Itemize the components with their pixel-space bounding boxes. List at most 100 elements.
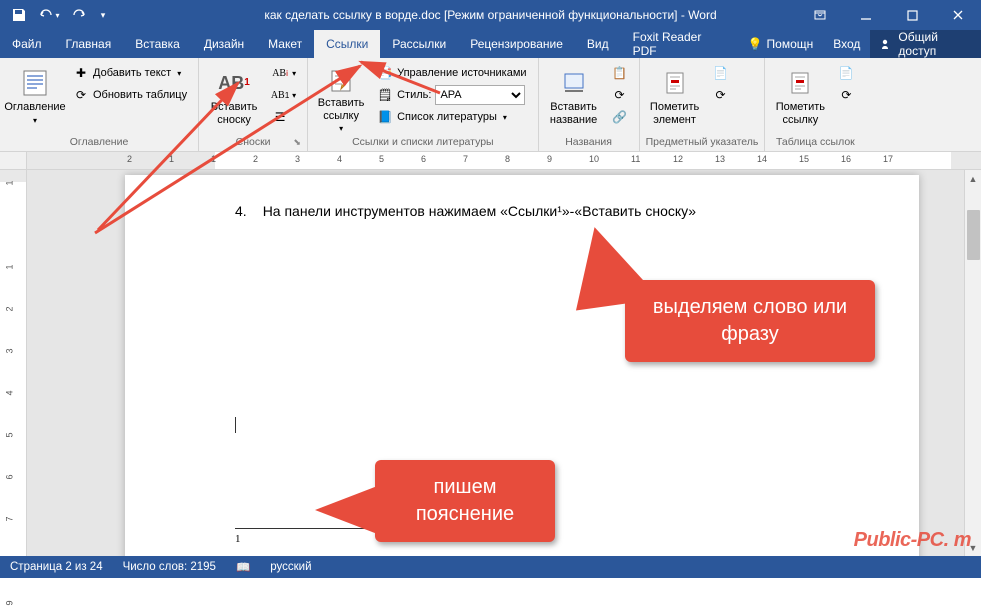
- show-notes-icon: ☰: [272, 109, 288, 125]
- tab-review[interactable]: Рецензирование: [458, 30, 575, 58]
- update-index-button[interactable]: ⟳: [708, 84, 734, 106]
- qat-customize-icon[interactable]: ▾: [96, 1, 110, 29]
- insert-caption-button[interactable]: Вставить название: [545, 62, 603, 132]
- close-icon[interactable]: [935, 0, 981, 30]
- title-bar: ▾ ▾ как сделать ссылку в ворде.doc [Режи…: [0, 0, 981, 30]
- quick-access-toolbar: ▾ ▾: [0, 1, 116, 29]
- style-select[interactable]: APA: [435, 85, 525, 105]
- tof-icon: 📋: [612, 65, 628, 81]
- next-footnote-icon: AB1: [272, 87, 288, 103]
- insert-index-icon: 📄: [713, 65, 729, 81]
- watermark: Public-PC. m: [854, 529, 971, 552]
- window-title: как сделать ссылку в ворде.doc [Режим ог…: [264, 8, 716, 22]
- redo-icon[interactable]: [66, 1, 92, 29]
- proofing-icon[interactable]: 📖: [236, 560, 250, 574]
- update-toa-icon: ⟳: [838, 87, 854, 103]
- group-captions: Вставить название 📋 ⟳ 🔗 Названия: [539, 58, 640, 151]
- undo-icon[interactable]: ▾: [36, 1, 62, 29]
- mark-entry-icon: [659, 67, 691, 99]
- manage-sources-icon: 📑: [377, 65, 393, 81]
- add-text-button[interactable]: ✚Добавить текст▾: [68, 62, 192, 84]
- add-text-icon: ✚: [73, 65, 89, 81]
- tab-file[interactable]: Файл: [0, 30, 54, 58]
- footnote-icon: AB1: [218, 67, 250, 99]
- style-icon: 🗒: [377, 87, 393, 103]
- insert-index-button[interactable]: 📄: [708, 62, 734, 84]
- tell-me-button[interactable]: 💡Помощн: [738, 30, 824, 58]
- share-icon: [880, 37, 894, 51]
- tab-references[interactable]: Ссылки: [314, 30, 380, 58]
- mark-citation-icon: [784, 67, 816, 99]
- manage-sources-button[interactable]: 📑Управление источниками: [372, 62, 531, 84]
- group-label-toc: Оглавление: [6, 134, 192, 151]
- update-table-button[interactable]: ⟳Обновить таблицу: [68, 84, 192, 106]
- vertical-scrollbar[interactable]: ▲ ▼: [964, 170, 981, 556]
- cross-ref-button[interactable]: 🔗: [607, 106, 633, 128]
- mark-citation-button[interactable]: Пометить ссылку: [771, 62, 829, 132]
- scroll-up-icon[interactable]: ▲: [965, 170, 981, 187]
- insert-endnote-button[interactable]: ABi▾: [267, 62, 301, 84]
- language-indicator[interactable]: русский: [270, 561, 311, 573]
- share-button[interactable]: Общий доступ: [870, 30, 981, 58]
- tab-foxit[interactable]: Foxit Reader PDF: [621, 30, 738, 58]
- lightbulb-icon: 💡: [748, 37, 763, 51]
- update-index-icon: ⟳: [713, 87, 729, 103]
- tab-mailings[interactable]: Рассылки: [380, 30, 458, 58]
- group-toa: Пометить ссылку 📄 ⟳ Таблица ссылок: [765, 58, 865, 151]
- group-label-index: Предметный указатель: [646, 134, 759, 151]
- vertical-ruler[interactable]: 1123456789: [0, 170, 27, 556]
- tab-insert[interactable]: Вставка: [123, 30, 192, 58]
- group-toc: Оглавление▾ ✚Добавить текст▾ ⟳Обновить т…: [0, 58, 199, 151]
- insert-footnote-button[interactable]: AB1 Вставить сноску: [205, 62, 263, 132]
- horizontal-ruler[interactable]: 211234567891011121314151617: [0, 152, 981, 170]
- ribbon-tabs: Файл Главная Вставка Дизайн Макет Ссылки…: [0, 30, 981, 58]
- bibliography-icon: 📘: [377, 109, 393, 125]
- refresh-icon: ⟳: [73, 87, 89, 103]
- update-toa-button[interactable]: ⟳: [833, 84, 859, 106]
- footnotes-launcher-icon[interactable]: ⬊: [291, 137, 303, 149]
- page-indicator[interactable]: Страница 2 из 24: [10, 561, 103, 573]
- update-tof-icon: ⟳: [612, 87, 628, 103]
- group-label-citations: Ссылки и списки литературы: [314, 134, 531, 151]
- list-number: 4.: [235, 203, 247, 219]
- group-label-footnotes: Сноски⬊: [205, 134, 301, 151]
- group-citations: Вставить ссылку▾ 📑Управление источниками…: [308, 58, 538, 151]
- endnote-icon: ABi: [272, 65, 288, 81]
- word-count[interactable]: Число слов: 2195: [123, 561, 216, 573]
- paragraph-text: На панели инструментов нажимаем «Ссылки¹…: [263, 203, 696, 219]
- group-footnotes: AB1 Вставить сноску ABi▾ AB1▾ ☰ Сноски⬊: [199, 58, 308, 151]
- insert-toa-icon: 📄: [838, 65, 854, 81]
- bibliography-button[interactable]: 📘Список литературы▾: [372, 106, 531, 128]
- group-label-toa: Таблица ссылок: [771, 134, 859, 151]
- citation-style-combo[interactable]: 🗒 Стиль: APA: [372, 84, 531, 106]
- cross-ref-icon: 🔗: [612, 109, 628, 125]
- tab-view[interactable]: Вид: [575, 30, 621, 58]
- insert-citation-button[interactable]: Вставить ссылку▾: [314, 62, 368, 132]
- ribbon-options-icon[interactable]: [797, 0, 843, 30]
- group-index: Пометить элемент 📄 ⟳ Предметный указател…: [640, 58, 766, 151]
- toc-button[interactable]: Оглавление▾: [6, 62, 64, 132]
- status-bar: Страница 2 из 24 Число слов: 2195 📖 русс…: [0, 556, 981, 578]
- mark-entry-button[interactable]: Пометить элемент: [646, 62, 704, 132]
- window-controls: [797, 0, 981, 30]
- tab-design[interactable]: Дизайн: [192, 30, 256, 58]
- insert-toa-button[interactable]: 📄: [833, 62, 859, 84]
- text-cursor: [235, 417, 236, 433]
- minimize-icon[interactable]: [843, 0, 889, 30]
- maximize-icon[interactable]: [889, 0, 935, 30]
- show-notes-button[interactable]: ☰: [267, 106, 301, 128]
- toc-icon: [19, 67, 51, 99]
- sign-in-button[interactable]: Вход: [823, 30, 870, 58]
- callout-write-note: пишем пояснение: [375, 460, 555, 542]
- next-footnote-button[interactable]: AB1▾: [267, 84, 301, 106]
- caption-icon: [558, 67, 590, 99]
- tab-home[interactable]: Главная: [54, 30, 124, 58]
- ribbon: Оглавление▾ ✚Добавить текст▾ ⟳Обновить т…: [0, 58, 981, 152]
- callout-select-word: выделяем слово или фразу: [625, 280, 875, 362]
- group-label-captions: Названия: [545, 134, 633, 151]
- scroll-thumb[interactable]: [967, 210, 980, 260]
- save-icon[interactable]: [6, 1, 32, 29]
- insert-tof-button[interactable]: 📋: [607, 62, 633, 84]
- tab-layout[interactable]: Макет: [256, 30, 314, 58]
- update-tof-button[interactable]: ⟳: [607, 84, 633, 106]
